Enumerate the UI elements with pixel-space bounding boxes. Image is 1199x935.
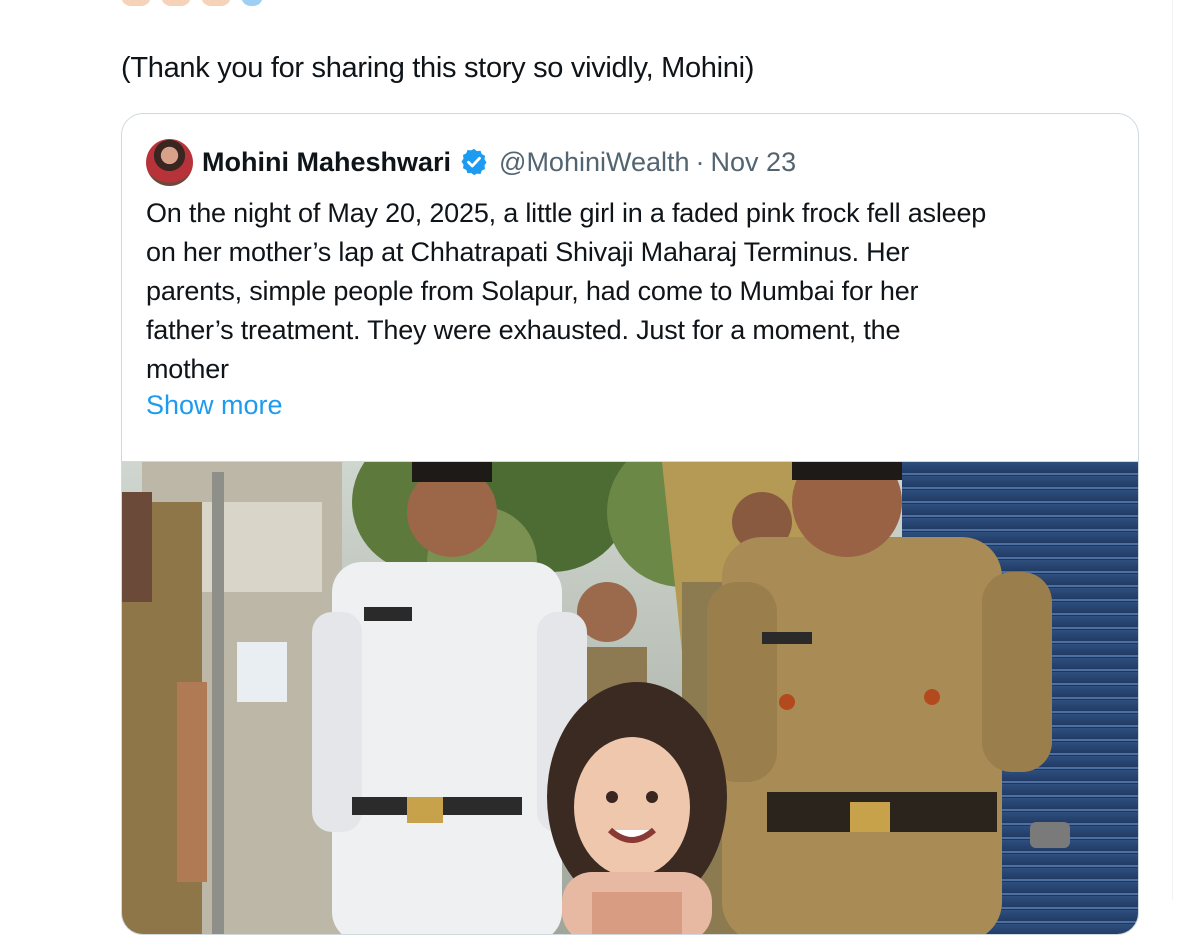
quoted-post-card[interactable]: Mohini Maheshwari @MohiniWealth · Nov 23… — [121, 113, 1139, 935]
author-name[interactable]: Mohini Maheshwari — [202, 147, 451, 178]
pray-emoji-icon — [241, 0, 263, 6]
reaction-emoji-row — [121, 0, 273, 8]
body-line: parents, simple people from Solapur, had… — [146, 276, 919, 306]
clap-emoji-icon — [201, 0, 231, 6]
quoted-post-header: Mohini Maheshwari @MohiniWealth · Nov 23 — [146, 138, 796, 186]
avatar[interactable] — [146, 138, 193, 186]
photo-police-officers-with-girl-icon — [122, 462, 1138, 934]
show-more-link[interactable]: Show more — [146, 390, 283, 421]
quoted-post-body: On the night of May 20, 2025, a little g… — [146, 194, 1136, 389]
clap-emoji-icon — [121, 0, 151, 6]
meta-separator: · — [695, 146, 705, 177]
verified-badge-icon — [461, 148, 487, 176]
body-line: on her mother’s lap at Chhatrapati Shiva… — [146, 237, 910, 267]
post-media-image[interactable] — [122, 461, 1138, 934]
reply-text: (Thank you for sharing this story so viv… — [121, 52, 755, 84]
body-line: On the night of May 20, 2025, a little g… — [146, 198, 987, 228]
body-line: father’s treatment. They were exhausted.… — [146, 315, 901, 345]
clap-emoji-icon — [161, 0, 191, 6]
author-handle[interactable]: @MohiniWealth — [499, 147, 690, 178]
body-line: mother — [146, 354, 229, 384]
post-date[interactable]: Nov 23 — [711, 147, 797, 178]
timeline-divider — [1172, 0, 1173, 900]
